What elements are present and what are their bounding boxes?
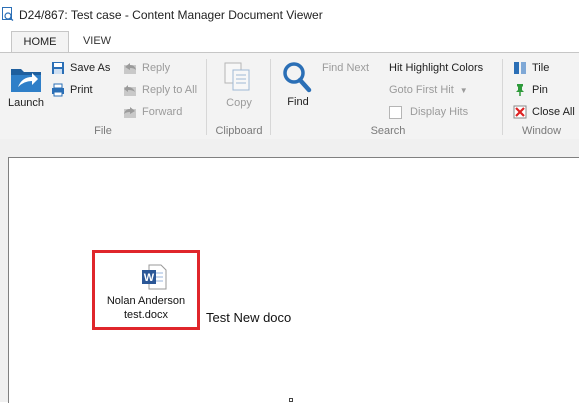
search-group-label: Search: [370, 125, 406, 137]
print-icon: [51, 83, 65, 97]
find-next-button[interactable]: Find Next: [322, 59, 369, 77]
forward-label: Forward: [142, 106, 183, 118]
ribbon-tabs: HOME VIEW: [0, 30, 579, 53]
ribbon: Launch Save As Print Reply Reply to All …: [0, 52, 579, 140]
clipboard-group-label: Clipboard: [215, 125, 263, 137]
goto-first-hit-label: Goto First Hit: [389, 84, 454, 96]
find-button[interactable]: Find: [278, 59, 318, 115]
hit-highlight-colors-button[interactable]: Hit Highlight Colors: [389, 59, 483, 77]
chevron-down-icon: ▼: [459, 85, 468, 95]
pin-icon: [513, 83, 527, 97]
resize-handle[interactable]: [289, 398, 293, 402]
document-viewer-icon: [2, 7, 14, 21]
window-title: D24/867: Test case - Content Manager Doc…: [19, 8, 323, 22]
attachment-author: Nolan Anderson: [106, 295, 186, 307]
file-group-label: File: [94, 125, 112, 137]
tile-icon: [513, 61, 527, 75]
save-as-icon: [51, 61, 65, 75]
display-hits-label: Display Hits: [410, 106, 469, 118]
title-bar: D24/867: Test case - Content Manager Doc…: [0, 0, 579, 30]
separator: [270, 59, 271, 135]
word-document-icon: W: [142, 264, 167, 290]
forward-button[interactable]: Forward: [123, 103, 182, 121]
attachment-filename: test.docx: [123, 309, 169, 321]
reply-label: Reply: [142, 62, 171, 74]
document-body-text: Test New doco: [206, 310, 292, 325]
copy-icon: [224, 62, 250, 91]
print-label: Print: [70, 84, 93, 96]
pin-label: Pin: [532, 84, 548, 96]
svg-text:W: W: [144, 272, 155, 284]
search-icon: [283, 62, 312, 93]
find-label: Find: [287, 96, 309, 108]
find-next-label: Find Next: [322, 62, 370, 74]
launch-label: Launch: [7, 97, 45, 109]
pin-button[interactable]: Pin: [513, 81, 548, 99]
copy-button[interactable]: Copy: [216, 61, 262, 115]
tile-button[interactable]: Tile: [513, 59, 549, 77]
close-all-button[interactable]: Close All: [513, 103, 575, 121]
save-as-label: Save As: [70, 62, 111, 74]
reply-all-icon: [123, 83, 137, 97]
save-as-button[interactable]: Save As: [51, 59, 110, 77]
reply-icon: [123, 61, 137, 75]
forward-icon: [123, 105, 137, 119]
separator: [206, 59, 207, 135]
hit-highlight-colors-label: Hit Highlight Colors: [389, 62, 484, 74]
tab-view[interactable]: VIEW: [72, 31, 122, 52]
tab-home[interactable]: HOME: [11, 31, 69, 53]
checkbox-icon: [389, 105, 402, 119]
print-button[interactable]: Print: [51, 81, 93, 99]
window-group-label: Window: [521, 125, 562, 137]
copy-label: Copy: [226, 97, 252, 109]
reply-all-button[interactable]: Reply to All: [123, 81, 197, 99]
close-all-label: Close All: [532, 106, 575, 118]
separator: [502, 59, 503, 135]
close-all-icon: [513, 105, 527, 119]
display-hits-checkbox[interactable]: Display Hits: [389, 103, 468, 121]
launch-icon: [11, 69, 41, 92]
launch-button[interactable]: Launch: [4, 61, 48, 115]
attachment-item[interactable]: W Nolan Anderson test.docx: [92, 250, 200, 330]
tile-label: Tile: [532, 62, 550, 74]
goto-first-hit-dropdown[interactable]: Goto First Hit ▼: [389, 81, 468, 99]
reply-button[interactable]: Reply: [123, 59, 170, 77]
reply-all-label: Reply to All: [142, 84, 198, 96]
